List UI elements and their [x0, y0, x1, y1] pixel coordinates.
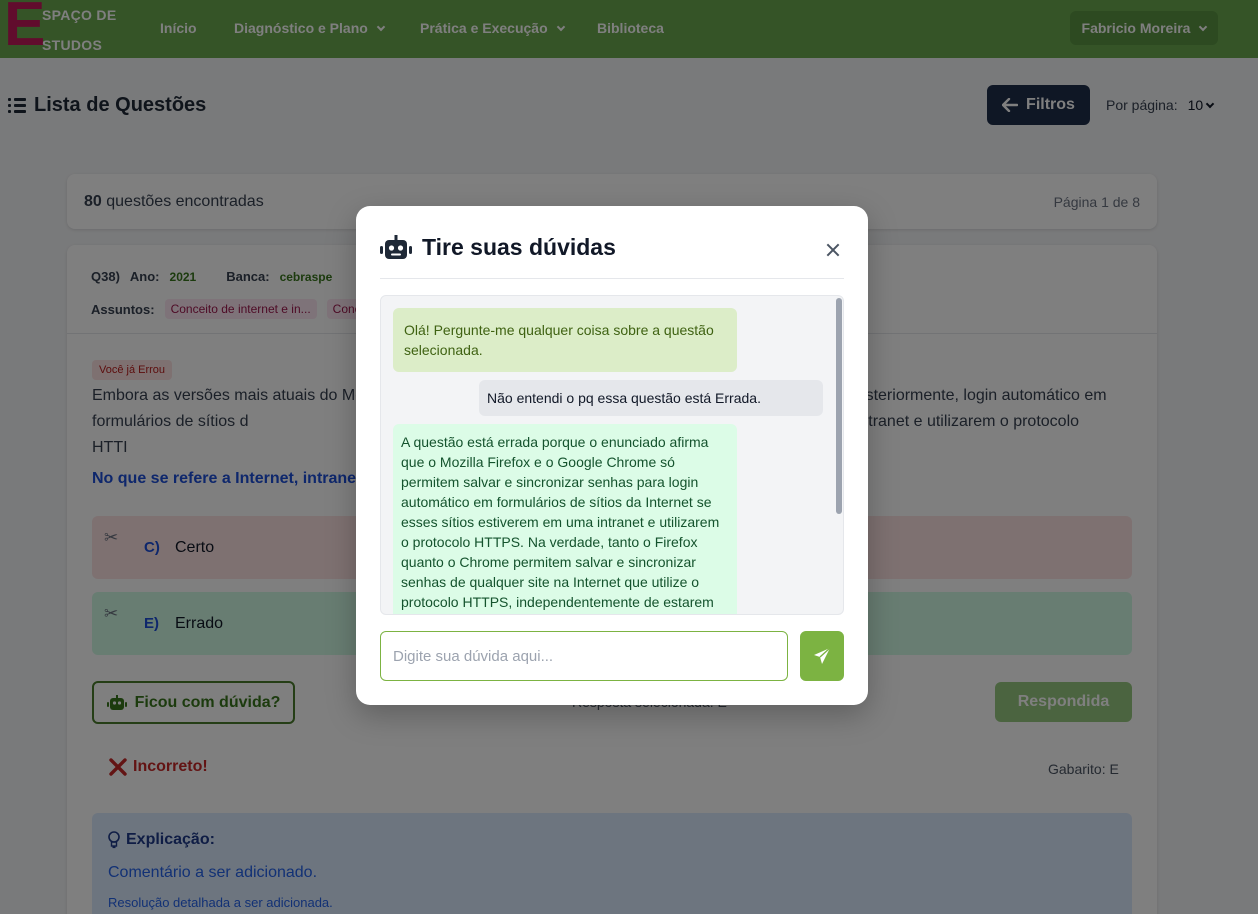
user-message: Não entendi o pq essa questão está Errad…	[479, 380, 823, 416]
close-icon[interactable]	[823, 240, 843, 260]
chat-input[interactable]	[380, 631, 788, 681]
send-button[interactable]	[800, 631, 844, 681]
send-icon	[814, 647, 831, 664]
chat-modal: Tire suas dúvidas Olá! Pergunte-me qualq…	[356, 206, 868, 705]
bot-message: A questão está errada porque o enunciado…	[393, 424, 737, 614]
robot-icon	[380, 234, 412, 259]
bot-message: Olá! Pergunte-me qualquer coisa sobre a …	[393, 308, 737, 372]
scrollbar-thumb[interactable]	[836, 298, 842, 514]
divider	[380, 278, 844, 279]
modal-title: Tire suas dúvidas	[380, 234, 616, 261]
chat-messages[interactable]: Olá! Pergunte-me qualquer coisa sobre a …	[380, 295, 844, 615]
